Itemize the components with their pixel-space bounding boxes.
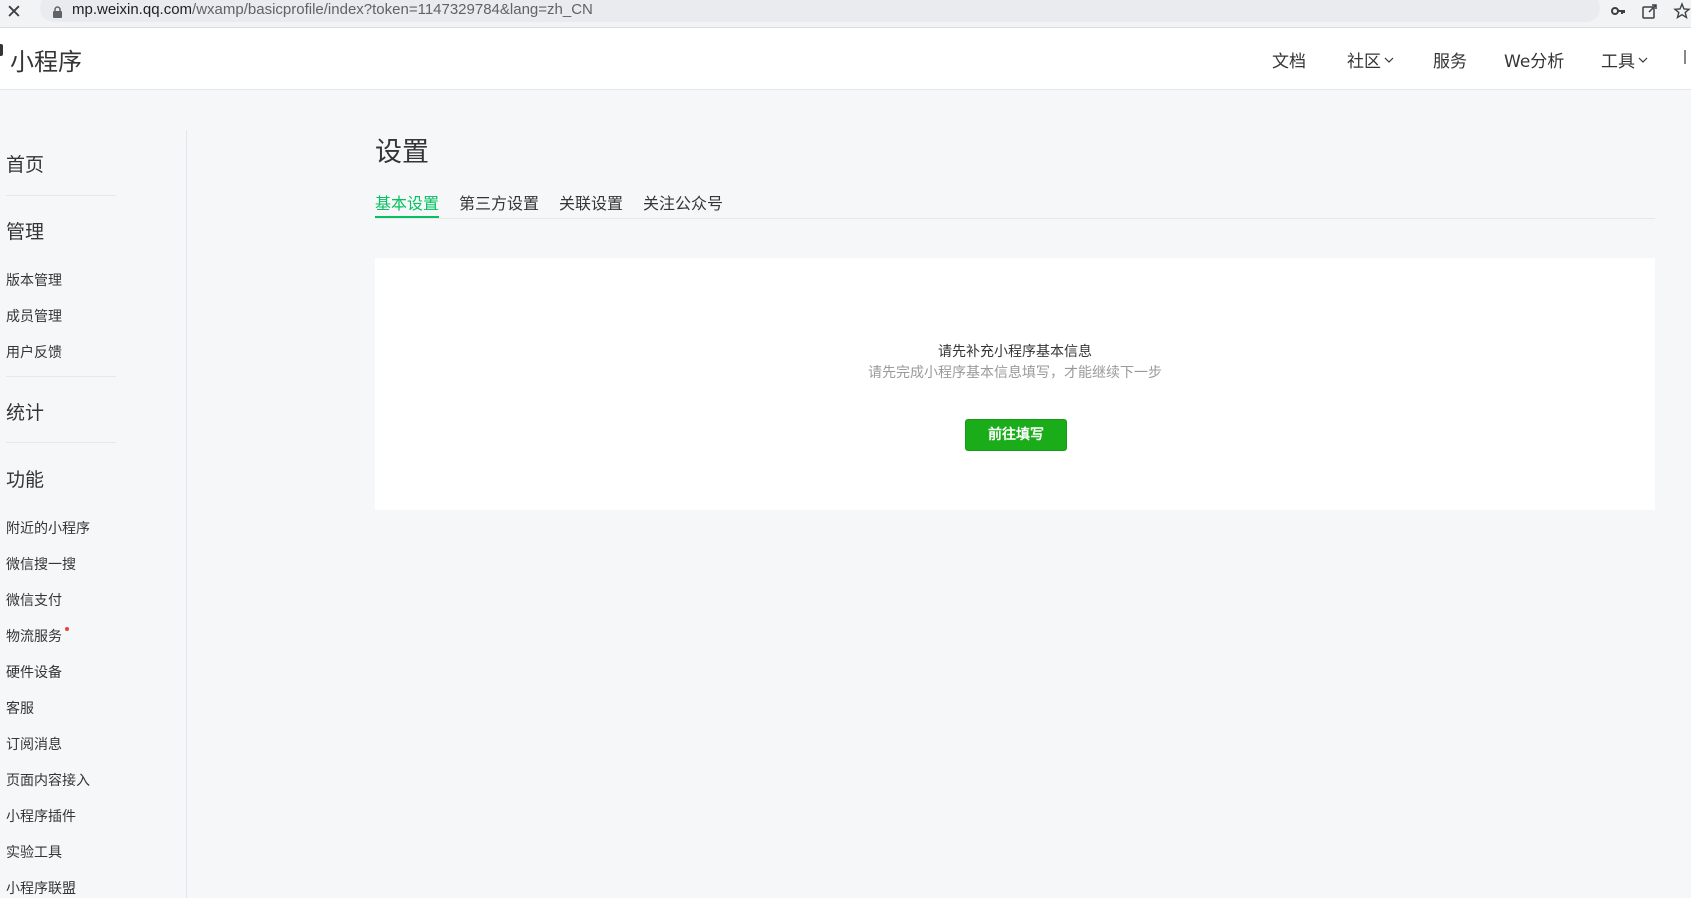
sidebar-item-plugins[interactable]: 小程序插件 [6,806,76,826]
nav-we-analytics-label: We分析 [1504,52,1565,72]
brand-title[interactable]: 小程序 [10,42,82,77]
sidebar-item-nearby[interactable]: 附近的小程序 [6,518,90,538]
nav-docs[interactable]: 文档 [1272,47,1347,72]
tab-follow-account[interactable]: 关注公众号 [643,190,723,218]
nav-tools[interactable]: 工具 [1601,47,1661,72]
sidebar-section-features: 功能 [6,469,45,491]
tab-basic-settings[interactable]: 基本设置 [375,190,440,218]
chevron-down-icon [1384,57,1394,63]
info-card: 请先补充小程序基本信息 请先完成小程序基本信息填写，才能继续下一步 前往填写 [375,258,1655,510]
sidebar-divider [6,195,116,196]
card-title: 请先补充小程序基本信息 [938,344,1092,360]
sidebar-item-subscribe[interactable]: 订阅消息 [6,734,62,754]
sidebar-divider [6,442,116,443]
sidebar-item-version[interactable]: 版本管理 [6,270,62,290]
sidebar-item-feedback[interactable]: 用户反馈 [6,342,62,362]
nav-docs-label: 文档 [1272,52,1306,72]
chevron-down-icon [1638,57,1648,63]
sidebar-home[interactable]: 首页 [6,150,44,177]
tab-association[interactable]: 关联设置 [559,190,623,218]
sidebar: 首页 管理 版本管理 成员管理 用户反馈 统计 功能 附近的小程序 微信搜一搜 … [0,90,186,898]
sidebar-item-pay[interactable]: 微信支付 [6,590,62,610]
new-badge [65,627,69,631]
lock-icon[interactable] [52,4,63,23]
nav-community-label: 社区 [1347,52,1381,72]
url-path: /wxamp/basicprofile/index?token=11473297… [192,1,593,18]
settings-tabs: 基本设置 第三方设置 关联设置 关注公众号 [375,188,1655,219]
sidebar-item-alliance[interactable]: 小程序联盟 [6,878,76,898]
sidebar-item-search[interactable]: 微信搜一搜 [6,554,76,574]
sidebar-border [186,130,187,898]
nav-we-analytics[interactable]: We分析 [1504,47,1601,72]
close-icon[interactable]: ✕ [6,1,22,23]
logo-edge [0,44,3,56]
sidebar-item-lab[interactable]: 实验工具 [6,842,62,862]
fill-in-button[interactable]: 前往填写 [965,419,1067,451]
user-icon[interactable] [1684,50,1691,64]
nav-services[interactable]: 服务 [1433,47,1504,72]
sidebar-item-logistics[interactable]: 物流服务 [6,626,69,646]
sidebar-item-members[interactable]: 成员管理 [6,306,62,326]
page-title: 设置 [375,137,429,168]
sidebar-item-support[interactable]: 客服 [6,698,34,718]
url-text[interactable]: mp.weixin.qq.com/wxamp/basicprofile/inde… [72,1,593,19]
nav-services-label: 服务 [1433,52,1467,72]
sidebar-divider [6,376,116,377]
nav-community[interactable]: 社区 [1347,47,1433,72]
nav-tools-label: 工具 [1601,52,1635,72]
top-nav: 小程序 文档 社区 服务 We分析 工具 [0,28,1691,90]
browser-actions [1609,2,1691,20]
url-host: mp.weixin.qq.com [72,1,193,18]
sidebar-stats[interactable]: 统计 [6,398,44,425]
tab-third-party[interactable]: 第三方设置 [459,190,539,218]
browser-address-bar: ✕ mp.weixin.qq.com/wxamp/basicprofile/in… [0,0,1691,28]
share-icon[interactable] [1641,2,1659,20]
star-icon[interactable] [1673,2,1691,20]
nav-menu: 文档 社区 服务 We分析 工具 [1272,47,1661,72]
sidebar-item-page-content[interactable]: 页面内容接入 [6,770,90,790]
sidebar-section-manage: 管理 [6,221,45,243]
key-icon[interactable] [1609,2,1627,20]
sidebar-item-logistics-label: 物流服务 [6,629,62,645]
sidebar-item-hardware[interactable]: 硬件设备 [6,662,62,682]
card-description: 请先完成小程序基本信息填写，才能继续下一步 [868,365,1162,381]
